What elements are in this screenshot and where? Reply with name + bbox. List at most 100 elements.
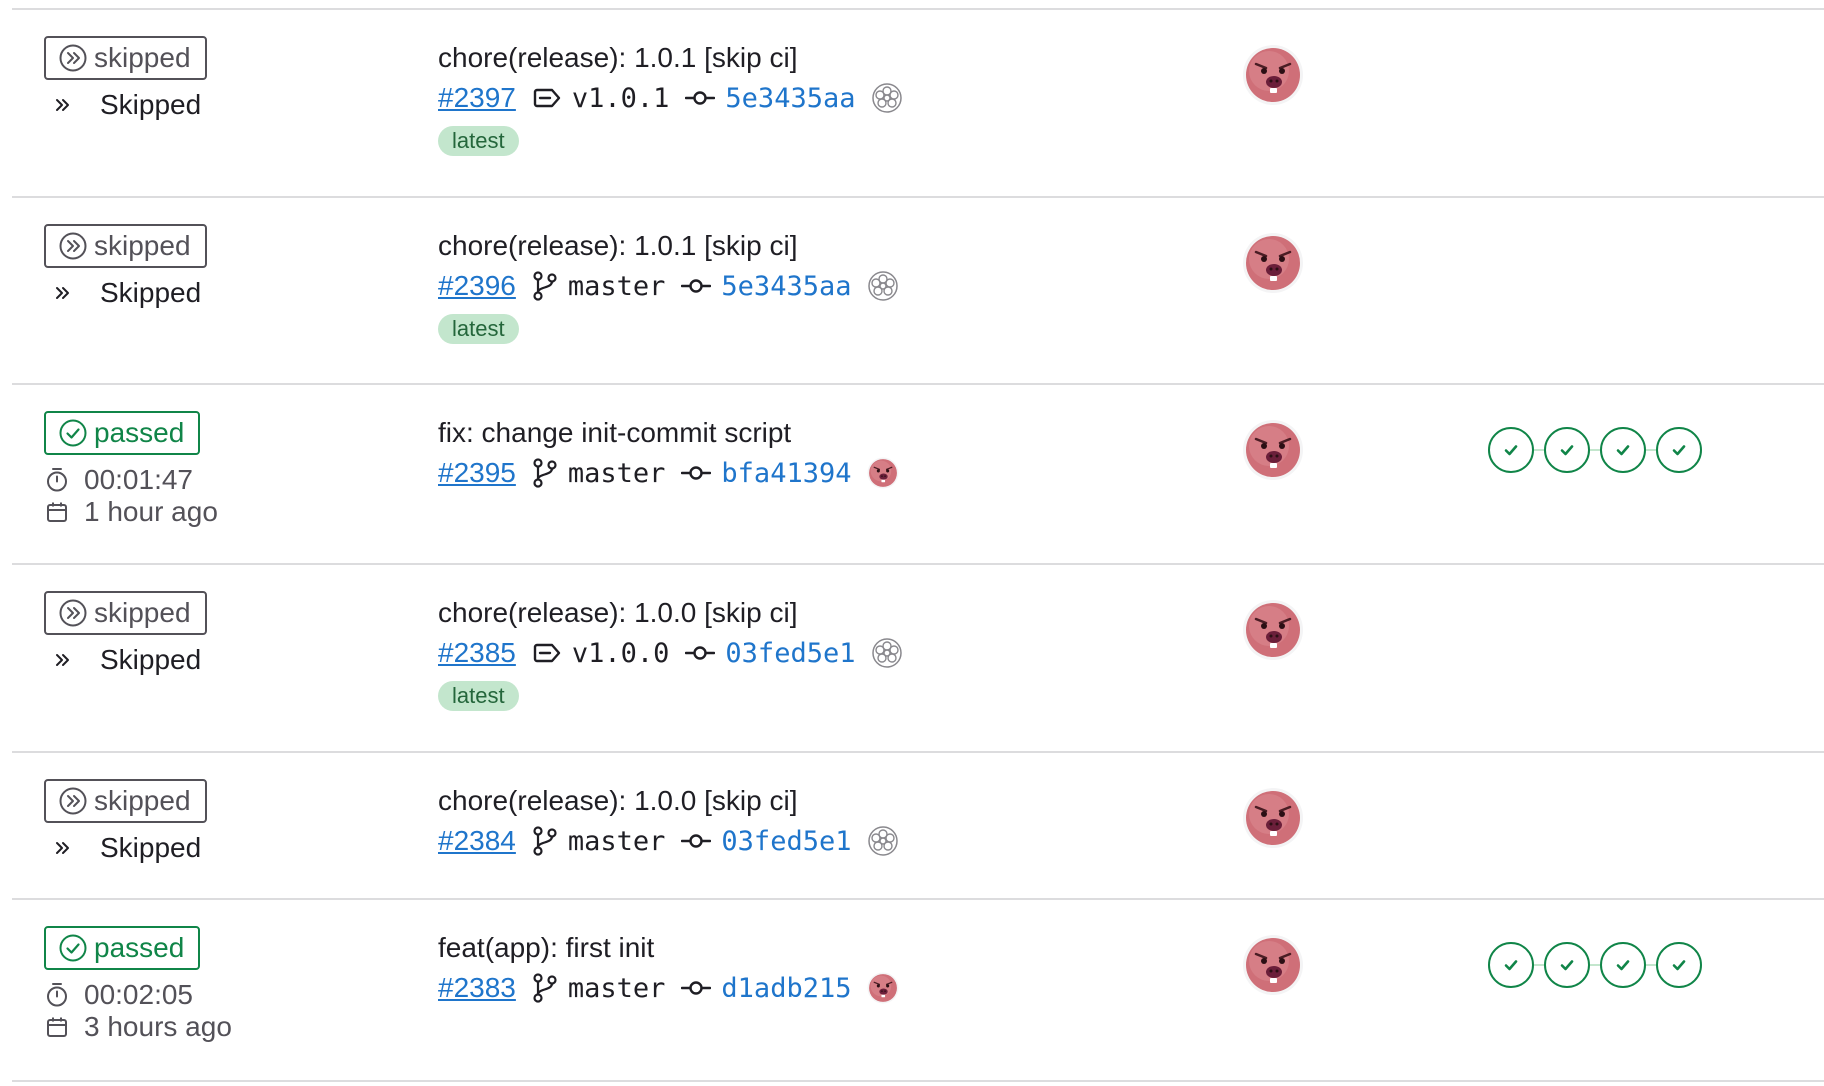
pipeline-stages [1488, 427, 1702, 473]
skipped-text: Skipped [100, 89, 202, 120]
skipped-text: Skipped [100, 832, 202, 863]
stage-status-passed[interactable] [1544, 427, 1590, 473]
duration: 00:02:05 [44, 979, 232, 1010]
stage-status-passed[interactable] [1656, 427, 1702, 473]
commit-sha-link[interactable]: bfa41394 [681, 458, 851, 489]
branch-icon [532, 973, 558, 1003]
triggerer-avatar[interactable] [1242, 934, 1304, 996]
ref-link[interactable]: v1.0.0 [532, 638, 669, 669]
status-cell: passed 00:02:05 3 hours ago [44, 926, 232, 1042]
stage-status-passed[interactable] [1600, 427, 1646, 473]
check-icon [1612, 439, 1634, 461]
stage-status-passed[interactable] [1488, 942, 1534, 988]
duration-text: 00:02:05 [84, 979, 193, 1010]
check-icon [1668, 439, 1690, 461]
status-badge[interactable]: skipped [44, 591, 207, 635]
commit-title[interactable]: chore(release): 1.0.1 [skip ci] [438, 228, 899, 264]
ref-link[interactable]: v1.0.1 [532, 82, 670, 114]
stage-connector [1590, 964, 1600, 966]
pipeline-id-link[interactable]: #2396 [438, 270, 516, 302]
commit-sha: 5e3435aa [725, 82, 856, 114]
check-icon [1500, 954, 1522, 976]
skipped-note: Skipped [54, 644, 207, 675]
pipeline-row: passed 00:02:05 3 hours ago feat(app): firs… [12, 898, 1824, 1082]
ref-name: master [567, 825, 666, 857]
triggerer-avatar[interactable] [1242, 232, 1304, 294]
skipped-note: Skipped [54, 277, 207, 308]
stage-status-passed[interactable] [1488, 427, 1534, 473]
commit-sha-link[interactable]: 03fed5e1 [681, 826, 851, 857]
user-avatar[interactable] [867, 972, 899, 1004]
skipped-note: Skipped [54, 832, 207, 863]
latest-badge: latest [438, 314, 519, 344]
pipeline-id-link[interactable]: #2397 [438, 82, 516, 114]
ref-link[interactable]: master [532, 458, 665, 489]
check-icon [1500, 439, 1522, 461]
finished-at: 1 hour ago [44, 496, 218, 527]
commit-sha-link[interactable]: 03fed5e1 [685, 638, 855, 669]
stage-status-passed[interactable] [1656, 942, 1702, 988]
pipeline-row: passed 00:01:47 1 hour ago fix: change init… [12, 383, 1824, 565]
commit-sha: d1adb215 [721, 972, 852, 1004]
pipeline-row: skipped Skipped chore(release): 1.0.1 [ski… [12, 196, 1824, 385]
triggerer-avatar[interactable] [1242, 44, 1304, 106]
pipeline-refs: #2395 master bfa41394 [438, 453, 899, 493]
duration: 00:01:47 [44, 464, 218, 495]
status-badge[interactable]: passed [44, 411, 201, 455]
commit-icon [681, 978, 712, 998]
status-cell: skipped Skipped [44, 779, 207, 863]
status-cell: skipped Skipped [44, 224, 207, 308]
chevron-double-right-icon [54, 96, 72, 114]
check-icon [1556, 439, 1578, 461]
latest-badge: latest [438, 126, 519, 156]
skipped-icon [58, 786, 88, 816]
commit-sha-link[interactable]: 5e3435aa [685, 83, 855, 114]
system-avatar-icon [867, 825, 899, 857]
status-badge[interactable]: skipped [44, 779, 207, 823]
commit-sha: 5e3435aa [721, 270, 852, 302]
pipeline-id-link[interactable]: #2383 [438, 972, 516, 1004]
system-avatar-icon [871, 637, 903, 669]
stage-status-passed[interactable] [1600, 942, 1646, 988]
ref-link[interactable]: master [532, 825, 666, 857]
status-badge[interactable]: skipped [44, 36, 207, 80]
triggerer-cell [1242, 787, 1304, 849]
status-badge-label: skipped [94, 597, 191, 628]
check-icon [1668, 954, 1690, 976]
triggerer-avatar[interactable] [1242, 599, 1304, 661]
status-badge[interactable]: skipped [44, 224, 207, 268]
stage-status-passed[interactable] [1544, 942, 1590, 988]
ref-name: master [567, 270, 666, 302]
commit-sha-link[interactable]: 5e3435aa [681, 271, 851, 302]
commit-title[interactable]: chore(release): 1.0.0 [skip ci] [438, 595, 903, 631]
pipeline-cell: chore(release): 1.0.1 [skip ci] #2397 v1.0… [438, 40, 903, 156]
commit-title[interactable]: feat(app): first init [438, 930, 899, 966]
calendar-icon [44, 1016, 70, 1038]
pipeline-id-link[interactable]: #2384 [438, 825, 516, 857]
finished-at-text: 3 hours ago [84, 1011, 232, 1042]
commit-sha: 03fed5e1 [725, 637, 856, 669]
user-avatar[interactable] [867, 457, 899, 489]
pipeline-cell: chore(release): 1.0.0 [skip ci] #2384 mast… [438, 783, 899, 861]
chevron-double-right-icon [54, 839, 72, 857]
pipeline-id-link[interactable]: #2385 [438, 637, 516, 669]
skipped-icon [58, 231, 88, 261]
commit-title[interactable]: chore(release): 1.0.0 [skip ci] [438, 783, 899, 819]
ref-name: v1.0.1 [571, 82, 670, 114]
status-badge-label: passed [94, 932, 185, 963]
pipeline-refs: #2397 v1.0.1 5e3435aa [438, 78, 903, 118]
pipeline-id-link[interactable]: #2395 [438, 457, 516, 489]
commit-title[interactable]: chore(release): 1.0.1 [skip ci] [438, 40, 903, 76]
triggerer-cell [1242, 934, 1304, 996]
status-badge[interactable]: passed [44, 926, 201, 970]
commit-title[interactable]: fix: change init-commit script [438, 415, 899, 451]
triggerer-avatar[interactable] [1242, 787, 1304, 849]
branch-icon [532, 271, 558, 301]
triggerer-avatar[interactable] [1242, 419, 1304, 481]
commit-sha-link[interactable]: d1adb215 [681, 973, 851, 1004]
finished-at-text: 1 hour ago [84, 496, 218, 527]
ref-link[interactable]: master [532, 973, 665, 1004]
triggerer-cell [1242, 232, 1304, 294]
ref-link[interactable]: master [532, 270, 666, 302]
timer-icon [44, 467, 70, 493]
